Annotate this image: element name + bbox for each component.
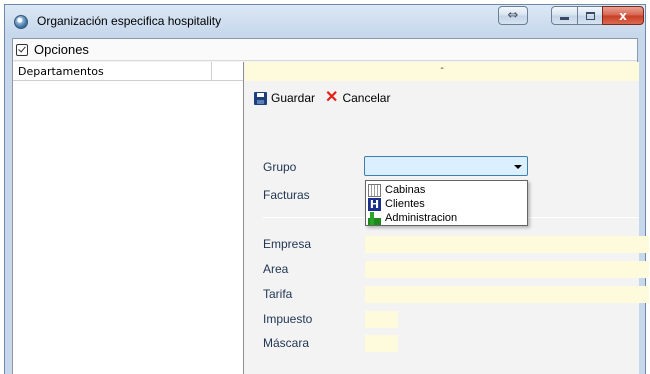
option-label: Clientes bbox=[385, 198, 425, 210]
facturas-label: Facturas bbox=[263, 188, 310, 202]
checkbox-icon bbox=[16, 43, 28, 56]
app-icon bbox=[14, 15, 28, 29]
grupo-dropdown-list: Cabinas H Clientes Administracion bbox=[365, 180, 528, 226]
tarifa-label: Tarifa bbox=[263, 287, 293, 301]
column-header-departamentos[interactable]: Departamentos bbox=[13, 62, 212, 80]
close-icon: x bbox=[619, 8, 627, 23]
app-window: Organización especifica hospitality ⇔ x … bbox=[4, 4, 649, 374]
chart-icon bbox=[368, 211, 381, 225]
dropdown-option-cabinas[interactable]: Cabinas bbox=[368, 183, 425, 197]
area-field[interactable] bbox=[365, 261, 649, 278]
minimize-icon bbox=[560, 17, 569, 20]
save-icon[interactable] bbox=[254, 91, 267, 105]
chevron-down-icon[interactable] bbox=[514, 165, 522, 169]
cancel-button[interactable]: Cancelar bbox=[342, 91, 390, 105]
hotel-icon: H bbox=[368, 197, 381, 211]
empresa-label: Empresa bbox=[263, 237, 312, 251]
mascara-label: Máscara bbox=[263, 336, 310, 350]
toolbar: Guardar ✕ Cancelar bbox=[254, 90, 390, 106]
list-header: Departamentos bbox=[13, 62, 243, 81]
impuesto-label: Impuesto bbox=[263, 312, 313, 326]
window-title: Organización especifica hospitality bbox=[37, 14, 222, 28]
maximize-icon bbox=[585, 11, 595, 20]
dropdown-option-administracion[interactable]: Administracion bbox=[368, 211, 457, 225]
option-label: Administracion bbox=[385, 212, 458, 224]
empresa-field[interactable] bbox=[365, 236, 649, 253]
area-label: Area bbox=[263, 262, 289, 276]
grupo-label: Grupo bbox=[263, 160, 297, 174]
client-area: Opciones Departamentos - Guardar ✕ Cance… bbox=[12, 38, 649, 374]
dropdown-option-clientes[interactable]: H Clientes bbox=[368, 197, 425, 211]
minimize-button[interactable] bbox=[551, 6, 578, 25]
departamentos-list[interactable]: Departamentos bbox=[13, 62, 244, 374]
swap-icon: ⇔ bbox=[507, 8, 519, 23]
close-button[interactable]: x bbox=[602, 6, 644, 25]
tarifa-field[interactable] bbox=[365, 286, 649, 303]
option-label: Cabinas bbox=[385, 184, 426, 196]
menu-bar: Opciones bbox=[13, 39, 637, 61]
save-button[interactable]: Guardar bbox=[271, 91, 315, 105]
mascara-field[interactable] bbox=[365, 335, 398, 352]
swap-button[interactable]: ⇔ bbox=[498, 6, 528, 25]
title-bar[interactable]: Organización especifica hospitality ⇔ x bbox=[5, 5, 645, 38]
grupo-select[interactable] bbox=[364, 156, 528, 176]
info-bar: - bbox=[245, 62, 639, 81]
cabinas-icon bbox=[368, 183, 381, 197]
detail-panel: - Guardar ✕ Cancelar Grupo Facturas Empr… bbox=[245, 62, 649, 374]
impuesto-field[interactable] bbox=[365, 311, 398, 328]
maximize-button[interactable] bbox=[577, 6, 603, 25]
menu-opciones[interactable]: Opciones bbox=[34, 42, 89, 57]
cancel-icon[interactable]: ✕ bbox=[325, 90, 338, 106]
